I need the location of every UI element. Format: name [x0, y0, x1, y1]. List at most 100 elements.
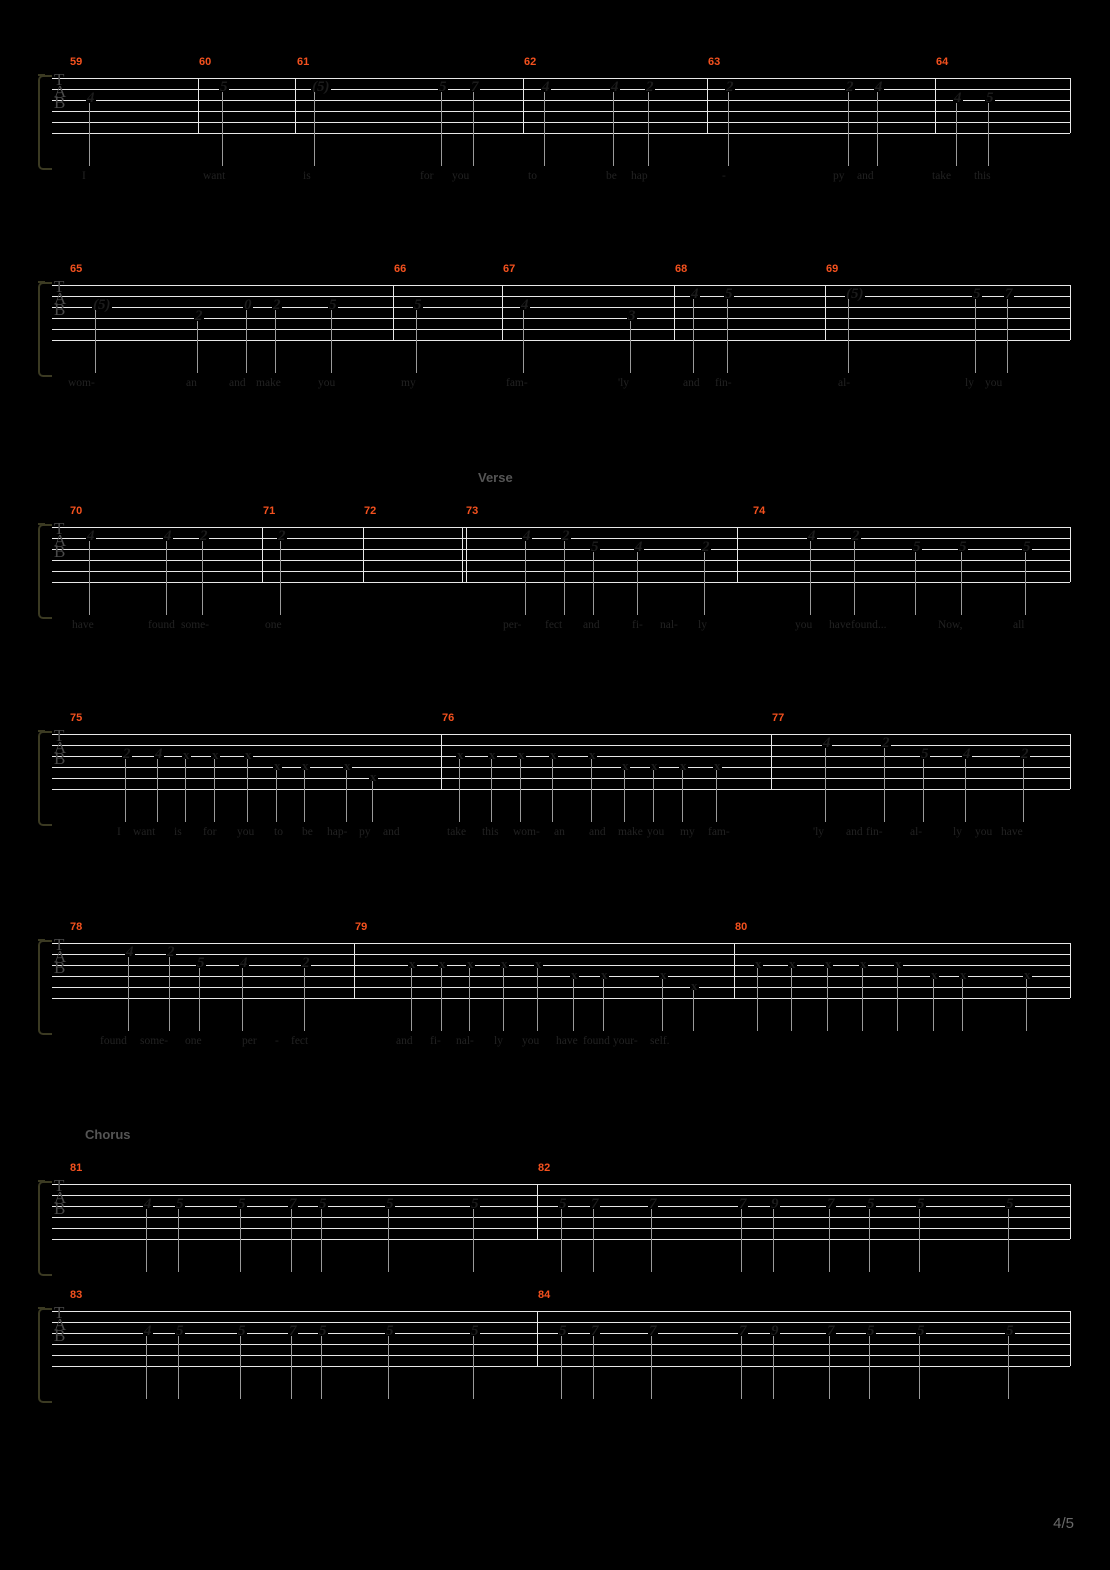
- note-stem: [169, 957, 170, 1031]
- note-stem: [965, 759, 966, 822]
- muted-note: x: [659, 967, 668, 982]
- lyric-syllable: and: [683, 377, 700, 389]
- page-number: 4/5: [1053, 1515, 1074, 1532]
- note-stem: [304, 968, 305, 1031]
- lyric-syllable: all: [1013, 619, 1025, 631]
- muted-note: x: [570, 967, 579, 982]
- muted-note: x: [690, 978, 699, 993]
- note-stem: [1008, 1336, 1009, 1399]
- system-bracket: [38, 74, 52, 170]
- muted-note: x: [621, 758, 630, 773]
- note-stem: [1007, 299, 1008, 373]
- muted-note: x: [588, 747, 597, 762]
- muted-note: x: [500, 956, 509, 971]
- staff-line: [52, 307, 1070, 308]
- tab-clef: TAB: [54, 935, 67, 977]
- barline: [441, 734, 442, 789]
- note-stem: [848, 92, 849, 166]
- fret-number: 5: [237, 1323, 247, 1339]
- fret-number: 7: [738, 1196, 748, 1212]
- staff-line: [52, 122, 1070, 123]
- lyric-syllable: you: [318, 377, 336, 389]
- fret-number: 4: [962, 746, 972, 762]
- fret-number: 4: [163, 528, 173, 544]
- barline: [354, 943, 355, 998]
- fret-number: 5: [219, 79, 229, 95]
- end-barline: [1070, 78, 1071, 133]
- lyric-syllable: you: [452, 170, 470, 182]
- barline: [462, 527, 463, 582]
- lyric-syllable: self.: [650, 1035, 670, 1047]
- lyric-syllable: and: [229, 377, 246, 389]
- muted-note: x: [549, 747, 558, 762]
- lyric-syllable: you: [985, 377, 1003, 389]
- note-stem: [773, 1209, 774, 1272]
- fret-number: 4: [86, 90, 96, 106]
- note-stem: [321, 1336, 322, 1399]
- muted-note: x: [1023, 967, 1032, 982]
- staff-line: [52, 582, 1070, 583]
- note-stem: [829, 1336, 830, 1399]
- lyric-syllable: found...: [851, 619, 887, 631]
- fret-number: 7: [826, 1323, 836, 1339]
- staff-line: [52, 318, 1070, 319]
- lyric-syllable: your-: [613, 1035, 638, 1047]
- staff-line: [52, 1311, 1070, 1312]
- note-stem: [593, 552, 594, 615]
- note-stem: [246, 310, 247, 373]
- fret-number: 5: [912, 539, 922, 555]
- lyric-syllable: ly: [698, 619, 707, 631]
- measure-number: 76: [442, 712, 455, 724]
- lyric-syllable: one: [265, 619, 282, 631]
- fret-number: 2: [701, 539, 711, 555]
- note-stem: [728, 92, 729, 166]
- lyric-syllable: you: [237, 826, 255, 838]
- lyric-syllable: and: [583, 619, 600, 631]
- note-stem: [185, 759, 186, 822]
- fret-number: 5: [972, 286, 982, 302]
- measure-number: 63: [708, 56, 721, 68]
- note-stem: [304, 770, 305, 822]
- fret-number: 5: [920, 746, 930, 762]
- note-stem: [791, 968, 792, 1031]
- fret-number: 4: [522, 528, 532, 544]
- note-stem: [275, 310, 276, 373]
- lyric-syllable: nal-: [660, 619, 678, 631]
- barline: [935, 78, 936, 133]
- staff-line: [52, 1184, 1070, 1185]
- lyric-syllable: al-: [838, 377, 851, 389]
- note-stem: [825, 748, 826, 822]
- lyric-syllable: I: [117, 826, 121, 838]
- end-barline: [1070, 943, 1071, 998]
- fret-number: 7: [288, 1323, 298, 1339]
- lyric-syllable: for: [203, 826, 217, 838]
- note-stem: [473, 1209, 474, 1272]
- note-stem: [923, 759, 924, 822]
- note-stem: [915, 552, 916, 615]
- lyric-syllable: found: [583, 1035, 610, 1047]
- fret-number: 5: [724, 286, 734, 302]
- note-stem: [473, 1336, 474, 1399]
- fret-number: 4: [125, 944, 135, 960]
- fret-number: 4: [953, 90, 963, 106]
- muted-note: x: [488, 747, 497, 762]
- lyric-syllable: per-: [503, 619, 522, 631]
- fret-number: 2: [277, 528, 287, 544]
- fret-number: 5: [318, 1196, 328, 1212]
- staff-line: [52, 296, 1070, 297]
- lyric-syllable: an: [554, 826, 565, 838]
- lyric-syllable: fect: [291, 1035, 309, 1047]
- tab-clef: TAB: [54, 726, 67, 768]
- lyric-syllable: ly: [953, 826, 962, 838]
- note-stem: [157, 759, 158, 822]
- note-stem: [321, 1209, 322, 1272]
- note-stem: [561, 1336, 562, 1399]
- barline: [737, 527, 738, 582]
- lyric-syllable: want: [203, 170, 226, 182]
- fret-number: 4: [634, 539, 644, 555]
- fret-number: 7: [590, 1323, 600, 1339]
- lyric-syllable: make: [618, 826, 643, 838]
- fret-number: 2: [166, 944, 176, 960]
- fret-number: 7: [648, 1323, 658, 1339]
- lyric-syllable: want: [133, 826, 156, 838]
